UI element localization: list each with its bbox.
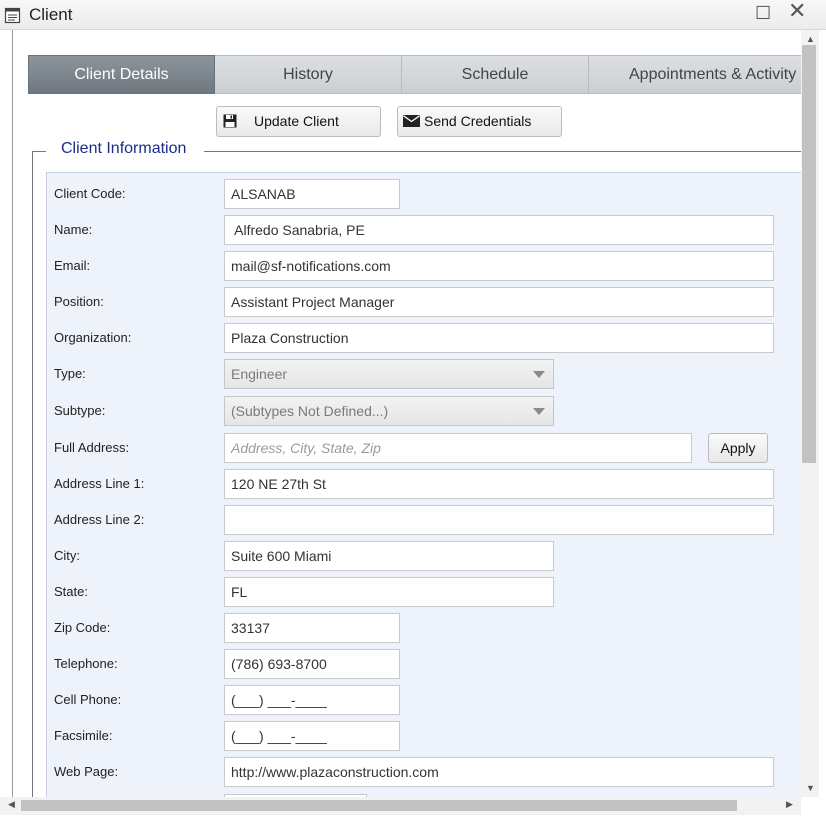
city-label: City: (54, 548, 80, 563)
update-client-button[interactable]: Update Client (216, 106, 381, 137)
tab-schedule[interactable]: Schedule (402, 55, 589, 94)
form-row-address-line-1: Address Line 1: 120 NE 27th St (47, 469, 801, 499)
form-row-position: Position: Assistant Project Manager (47, 287, 801, 317)
subtype-select-value: (Subtypes Not Defined...) (231, 403, 389, 419)
send-credentials-button[interactable]: Send Credentials (397, 106, 562, 137)
fieldset-border (204, 151, 801, 152)
form-row-facsimile: Facsimile: (___) ___-____ (47, 721, 801, 751)
telephone-label: Telephone: (54, 656, 118, 671)
apply-address-button[interactable]: Apply (708, 433, 768, 463)
fieldset-border (32, 151, 46, 152)
facsimile-label: Facsimile: (54, 728, 113, 743)
scroll-right-arrow-icon[interactable]: ▶ (786, 799, 793, 810)
send-credentials-label: Send Credentials (424, 113, 532, 129)
form-row-email: Email: mail@sf-notifications.com (47, 251, 801, 281)
form-row-full-address: Full Address: Address, City, State, Zip … (47, 433, 801, 463)
city-input[interactable]: Suite 600 Miami (224, 541, 554, 571)
cell-phone-label: Cell Phone: (54, 692, 122, 707)
zip-code-label: Zip Code: (54, 620, 111, 635)
tab-client-details[interactable]: Client Details (28, 55, 215, 94)
address-line-2-label: Address Line 2: (54, 512, 145, 527)
form-row-name: Name: Alfredo Sanabria, PE (47, 215, 801, 245)
horizontal-scroll-thumb[interactable] (21, 800, 737, 811)
vertical-scrollbar[interactable]: ▲ ▼ (801, 30, 819, 797)
form-row-subtype: Subtype: (Subtypes Not Defined...) (47, 396, 801, 426)
address-line-2-input[interactable] (224, 505, 774, 535)
zip-code-input[interactable]: 33137 (224, 613, 400, 643)
form-row-web-page: Web Page: http://www.plazaconstruction.c… (47, 757, 801, 787)
type-select[interactable]: Engineer (224, 359, 554, 389)
form-row-type: Type: Engineer (47, 359, 801, 389)
form-row-city: City: Suite 600 Miami (47, 541, 801, 571)
scroll-up-arrow-icon[interactable]: ▲ (806, 34, 815, 44)
facsimile-input[interactable]: (___) ___-____ (224, 721, 400, 751)
vertical-scroll-thumb[interactable] (802, 45, 816, 463)
form-row-address-line-2: Address Line 2: (47, 505, 801, 535)
organization-input[interactable]: Plaza Construction (224, 323, 774, 353)
form-row-client-code: Client Code: ALSANAB (47, 179, 801, 209)
window-content: Client Details History Schedule Appointm… (13, 30, 801, 797)
envelope-icon (403, 115, 420, 127)
close-icon[interactable]: ✕ (788, 0, 806, 22)
type-label: Type: (54, 366, 86, 381)
full-address-label: Full Address: (54, 440, 130, 455)
maximize-icon[interactable]: ☐ (755, 3, 771, 23)
cell-phone-input[interactable]: (___) ___-____ (224, 685, 400, 715)
form-row-zip-code: Zip Code: 33137 (47, 613, 801, 643)
form-window-icon (4, 7, 21, 24)
fieldset-border (32, 151, 33, 797)
client-code-input[interactable]: ALSANAB (224, 179, 400, 209)
horizontal-scrollbar[interactable]: ◀ ▶ (0, 797, 801, 815)
name-input[interactable]: Alfredo Sanabria, PE (224, 215, 774, 245)
form-row-telephone: Telephone: (786) 693-8700 (47, 649, 801, 679)
window-title-bar: Client ☐ ✕ (0, 0, 826, 30)
subtype-select[interactable]: (Subtypes Not Defined...) (224, 396, 554, 426)
tab-appointments-activity[interactable]: Appointments & Activity (589, 55, 801, 94)
form-row-cell-phone: Cell Phone: (___) ___-____ (47, 685, 801, 715)
window-title: Client (29, 5, 73, 24)
state-label: State: (54, 584, 88, 599)
email-input[interactable]: mail@sf-notifications.com (224, 251, 774, 281)
address-line-1-input[interactable]: 120 NE 27th St (224, 469, 774, 499)
chevron-down-icon[interactable] (533, 408, 545, 415)
form-row-organization: Organization: Plaza Construction (47, 323, 801, 353)
name-label: Name: (54, 222, 93, 237)
position-label: Position: (54, 294, 104, 309)
client-information-form: Client Code: ALSANAB Name: Alfredo Sanab… (46, 172, 801, 797)
state-input[interactable]: FL (224, 577, 554, 607)
organization-label: Organization: (54, 330, 132, 345)
tab-bar: Client Details History Schedule Appointm… (28, 55, 801, 94)
position-input[interactable]: Assistant Project Manager (224, 287, 774, 317)
subtype-label: Subtype: (54, 403, 106, 418)
address-line-1-label: Address Line 1: (54, 476, 145, 491)
client-code-label: Client Code: (54, 186, 126, 201)
telephone-input[interactable]: (786) 693-8700 (224, 649, 400, 679)
type-select-value: Engineer (231, 366, 288, 382)
email-label: Email: (54, 258, 91, 273)
client-information-legend: Client Information (61, 140, 187, 157)
chevron-down-icon[interactable] (533, 371, 545, 378)
scroll-down-arrow-icon[interactable]: ▼ (806, 783, 815, 793)
full-address-input[interactable]: Address, City, State, Zip (224, 433, 692, 463)
update-client-label: Update Client (254, 113, 339, 129)
web-page-label: Web Page: (54, 764, 119, 779)
form-row-state: State: FL (47, 577, 801, 607)
web-page-input[interactable]: http://www.plazaconstruction.com (224, 757, 774, 787)
scroll-left-arrow-icon[interactable]: ◀ (8, 799, 15, 810)
tab-history[interactable]: History (215, 55, 402, 94)
floppy-disk-icon (223, 114, 237, 128)
